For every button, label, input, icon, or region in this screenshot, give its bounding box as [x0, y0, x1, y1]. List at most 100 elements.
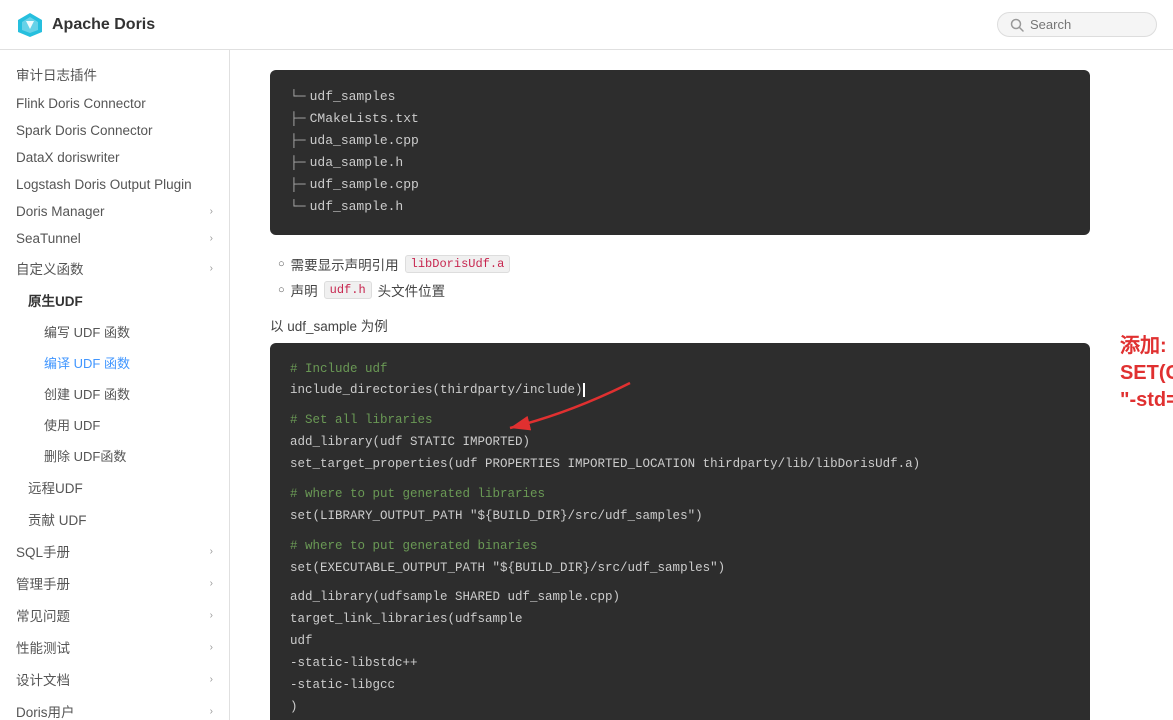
tree-line: └─udf_samples: [290, 86, 1070, 108]
code-line: set_target_properties(udf PROPERTIES IMP…: [290, 454, 1070, 476]
code-line: [290, 476, 1070, 484]
code-comment: # Include udf: [290, 362, 388, 376]
code-line: [290, 402, 1070, 410]
logo-area: Apache Doris: [16, 11, 155, 39]
sidebar-item[interactable]: Logstash Doris Output Plugin: [0, 171, 229, 198]
sidebar-item-label: 自定义函数: [16, 258, 84, 278]
sidebar-item-label: DataX doriswriter: [16, 150, 120, 165]
sidebar-item[interactable]: 管理手册›: [0, 567, 229, 599]
sidebar-item-label: Doris用户: [16, 701, 75, 720]
inline-code-2: udf.h: [324, 281, 372, 299]
code-comment: # where to put generated libraries: [290, 487, 545, 501]
code-line: [290, 528, 1070, 536]
section-label: 以 udf_sample 为例: [270, 315, 1090, 335]
code-comment: # where to put generated binaries: [290, 539, 538, 553]
sidebar-item[interactable]: SeaTunnel ›: [0, 225, 229, 252]
code-with-annotation-wrapper: # Include udfinclude_directories(thirdpa…: [270, 343, 1090, 720]
header: Apache Doris: [0, 0, 1173, 50]
chevron-right-icon: ›: [210, 706, 213, 717]
sidebar-item-label: 远程UDF: [28, 477, 83, 497]
tree-prefix: ├─: [290, 152, 306, 174]
tree-line: ├─uda_sample.h: [290, 152, 1070, 174]
tree-prefix: └─: [290, 86, 306, 108]
site-title: Apache Doris: [52, 16, 155, 34]
sidebar-item[interactable]: 使用 UDF: [0, 409, 229, 440]
bullet-text-2: 声明: [291, 280, 318, 300]
sidebar-item[interactable]: SQL手册›: [0, 535, 229, 567]
code-comment: # Set all libraries: [290, 413, 433, 427]
sidebar-item-label: 常见问题: [16, 605, 70, 625]
chevron-right-icon: ›: [210, 263, 213, 274]
code-line: set(EXECUTABLE_OUTPUT_PATH "${BUILD_DIR}…: [290, 558, 1070, 580]
sidebar-item-label: SeaTunnel: [16, 231, 81, 246]
sidebar-item[interactable]: 常见问题 ›: [0, 599, 229, 631]
code-line: # Include udf: [290, 359, 1070, 381]
sidebar-item[interactable]: 编译 UDF 函数: [0, 347, 229, 378]
tree-line: ├─uda_sample.cpp: [290, 130, 1070, 152]
code-line: udf: [290, 631, 1070, 653]
tree-prefix: ├─: [290, 108, 306, 130]
chevron-right-icon: ›: [210, 642, 213, 653]
main-layout: 审计日志插件Flink Doris Connector Spark Doris C…: [0, 50, 1173, 720]
sidebar-item[interactable]: Doris用户 ›: [0, 695, 229, 720]
search-input[interactable]: [1030, 17, 1144, 32]
sidebar-item-label: 编写 UDF 函数: [44, 322, 130, 341]
sidebar-item-label: Doris Manager: [16, 204, 105, 219]
bullet-list: 需要显示声明引用 libDorisUdf.a 声明 udf.h 头文件位置: [270, 251, 1090, 303]
tree-line: ├─CMakeLists.txt: [290, 108, 1070, 130]
sidebar-item[interactable]: 原生UDF: [0, 284, 229, 316]
search-box[interactable]: [997, 12, 1157, 37]
chevron-right-icon: ›: [210, 546, 213, 557]
sidebar-item[interactable]: 自定义函数 ›: [0, 252, 229, 284]
text-cursor: [583, 383, 585, 397]
sidebar-item-label: 创建 UDF 函数: [44, 384, 130, 403]
tree-filename: uda_sample.cpp: [310, 130, 419, 152]
sidebar-item[interactable]: 贡献 UDF: [0, 503, 229, 535]
sidebar-item[interactable]: 性能测试 ›: [0, 631, 229, 663]
sidebar-item[interactable]: 远程UDF: [0, 471, 229, 503]
sidebar-item[interactable]: 审计日志插件: [0, 58, 229, 90]
tree-filename: uda_sample.h: [310, 152, 404, 174]
sidebar-item[interactable]: 编写 UDF 函数: [0, 316, 229, 347]
sidebar-item[interactable]: 删除 UDF函数: [0, 440, 229, 471]
file-tree-block: └─udf_samples ├─CMakeLists.txt ├─uda_sam…: [270, 70, 1090, 235]
chevron-right-icon: ›: [210, 233, 213, 244]
sidebar-item[interactable]: Flink Doris Connector: [0, 90, 229, 117]
apache-doris-logo: [16, 11, 44, 39]
tree-line: ├─udf_sample.cpp: [290, 174, 1070, 196]
sidebar-item[interactable]: 创建 UDF 函数: [0, 378, 229, 409]
sidebar-item-label: 删除 UDF函数: [44, 446, 126, 465]
tree-prefix: ├─: [290, 130, 306, 152]
content-area: └─udf_samples ├─CMakeLists.txt ├─uda_sam…: [230, 50, 1130, 720]
tree-filename: udf_samples: [310, 86, 396, 108]
code-line: target_link_libraries(udfsample: [290, 609, 1070, 631]
sidebar-item-label: 性能测试: [16, 637, 70, 657]
code-line: -static-libstdc++: [290, 653, 1070, 675]
tree-line: └─udf_sample.h: [290, 196, 1070, 218]
bullet-text-1: 需要显示声明引用: [291, 254, 399, 274]
code-line: -static-libgcc: [290, 675, 1070, 697]
sidebar-item-label: Spark Doris Connector: [16, 123, 153, 138]
annotation-text: 添加:SET(CMAKE_CXX_FLAGS"-std=c++0x"): [1120, 333, 1173, 414]
bullet-item-1: 需要显示声明引用 libDorisUdf.a: [278, 251, 1090, 277]
main-code-block: # Include udfinclude_directories(thirdpa…: [270, 343, 1090, 720]
sidebar-item[interactable]: DataX doriswriter: [0, 144, 229, 171]
code-line: set(LIBRARY_OUTPUT_PATH "${BUILD_DIR}/sr…: [290, 506, 1070, 528]
sidebar-item[interactable]: 设计文档›: [0, 663, 229, 695]
sidebar-item-label: 贡献 UDF: [28, 509, 87, 529]
chevron-right-icon: ›: [210, 674, 213, 685]
code-line: # Set all libraries: [290, 410, 1070, 432]
tree-prefix: ├─: [290, 174, 306, 196]
sidebar-item-label: Logstash Doris Output Plugin: [16, 177, 192, 192]
code-line: add_library(udfsample SHARED udf_sample.…: [290, 587, 1070, 609]
search-icon: [1010, 18, 1024, 32]
sidebar-item-label: 管理手册: [16, 573, 70, 593]
sidebar-item-label: 原生UDF: [28, 290, 83, 310]
sidebar-item-label: 编译 UDF 函数: [44, 353, 130, 372]
chevron-right-icon: ›: [210, 610, 213, 621]
sidebar-item[interactable]: Doris Manager›: [0, 198, 229, 225]
inline-code-1: libDorisUdf.a: [405, 255, 511, 273]
tree-filename: udf_sample.cpp: [310, 174, 419, 196]
sidebar-item[interactable]: Spark Doris Connector: [0, 117, 229, 144]
code-line: [290, 579, 1070, 587]
